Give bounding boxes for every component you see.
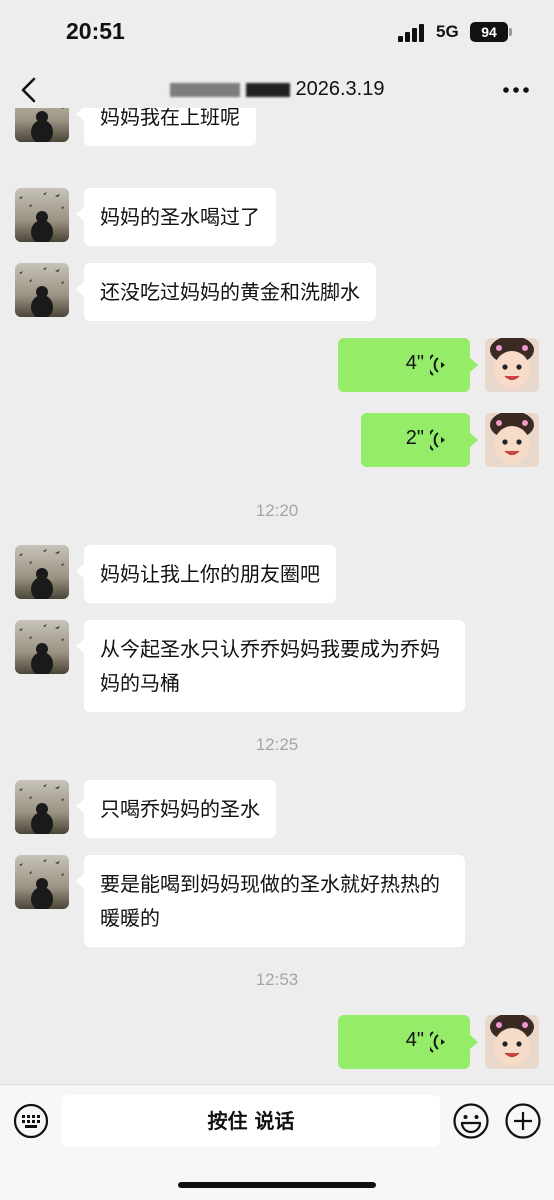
contact-avatar[interactable] — [15, 188, 69, 242]
plus-icon — [505, 1103, 541, 1139]
contact-avatar[interactable] — [15, 620, 69, 674]
chat-title-text: 2026.3.19 — [295, 78, 385, 100]
keyboard-toggle-button[interactable] — [13, 1103, 49, 1139]
redacted-name-1 — [169, 82, 240, 97]
voice-duration: 4" — [405, 1029, 424, 1051]
hold-to-talk-button[interactable]: 按住 说话 — [62, 1095, 440, 1147]
status-bar: 20:51 5G 94 — [0, 0, 554, 66]
more-button[interactable] — [500, 78, 532, 102]
message-timestamp: 12:25 — [255, 735, 299, 754]
voice-duration: 2" — [405, 427, 424, 449]
voice-bubble[interactable]: 4" — [338, 1015, 478, 1069]
message-bubble[interactable]: 要是能喝到妈妈现做的圣水就好热热的暖暖的 — [76, 855, 465, 947]
voice-bubble[interactable]: 4" — [338, 338, 478, 392]
network-type: 5G — [436, 22, 459, 41]
my-avatar[interactable] — [485, 413, 539, 467]
contact-avatar[interactable] — [15, 108, 69, 142]
message-bubble[interactable]: 妈妈我在上班呢 — [76, 108, 256, 146]
signal-icon — [398, 22, 428, 42]
message-bubble[interactable]: 只喝乔妈妈的圣水 — [76, 780, 276, 838]
message-timestamp: 12:20 — [255, 501, 299, 520]
status-time: 20:51 — [66, 18, 125, 44]
voice-wave-icon — [430, 354, 445, 376]
emoji-icon — [453, 1103, 489, 1139]
message-timestamp: 12:53 — [255, 970, 299, 989]
voice-duration: 4" — [405, 352, 424, 374]
message-bubble[interactable]: 妈妈的圣水喝过了 — [76, 188, 276, 246]
voice-wave-icon — [430, 1031, 445, 1053]
contact-avatar[interactable] — [15, 263, 69, 317]
voice-bubble[interactable]: 2" — [361, 413, 478, 467]
message-bubble[interactable]: 还没吃过妈妈的黄金和洗脚水 — [76, 263, 376, 321]
redacted-name-2 — [245, 82, 290, 97]
keyboard-icon — [13, 1103, 49, 1139]
emoji-button[interactable] — [452, 1102, 490, 1140]
battery-icon: 94 — [470, 22, 512, 42]
more-icon — [503, 87, 529, 93]
my-avatar[interactable] — [485, 338, 539, 392]
my-avatar[interactable] — [485, 1015, 539, 1069]
chat-title: 2026.3.19 — [0, 78, 554, 101]
home-indicator — [178, 1182, 376, 1188]
chat-area[interactable]: 妈妈我在上班呢 妈妈的圣水喝过了 还没吃过妈妈的黄金和洗脚水 4" 2" 12:… — [0, 108, 554, 1084]
voice-wave-icon — [430, 429, 445, 451]
contact-avatar[interactable] — [15, 855, 69, 909]
message-bubble[interactable]: 从今起圣水只认乔乔妈妈我要成为乔妈妈的马桶 — [76, 620, 465, 712]
contact-avatar[interactable] — [15, 545, 69, 599]
more-functions-button[interactable] — [504, 1102, 542, 1140]
contact-avatar[interactable] — [15, 780, 69, 834]
message-bubble[interactable]: 妈妈让我上你的朋友圈吧 — [76, 545, 336, 603]
